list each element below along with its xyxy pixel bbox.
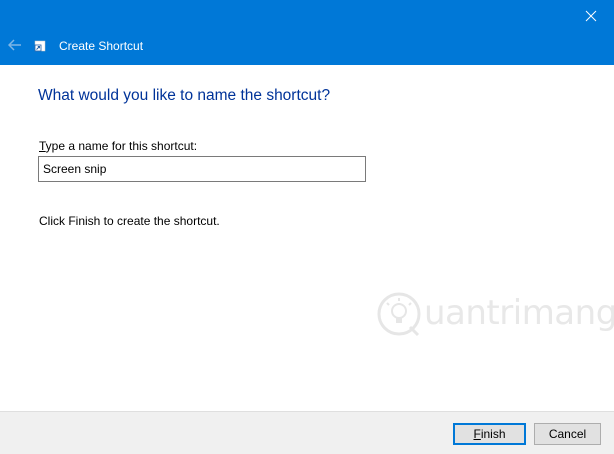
shortcut-icon <box>34 40 46 52</box>
button-bar: Finish Cancel <box>0 411 614 454</box>
finish-instruction-text: Click Finish to create the shortcut. <box>39 214 220 228</box>
finish-button[interactable]: Finish <box>453 423 526 445</box>
label-text: ype a name for this shortcut: <box>45 139 198 153</box>
cancel-button[interactable]: Cancel <box>534 423 601 445</box>
finish-access-key: F <box>473 427 481 441</box>
back-arrow-icon <box>8 39 21 51</box>
shortcut-name-input[interactable] <box>38 156 366 182</box>
label-access-key: T <box>39 139 46 153</box>
shortcut-name-label: Type a name for this shortcut: <box>39 138 197 154</box>
page-heading: What would you like to name the shortcut… <box>38 87 331 104</box>
finish-label: inish <box>480 427 506 441</box>
watermark-text: uantrimang <box>424 293 614 333</box>
close-button[interactable] <box>568 0 614 32</box>
create-shortcut-window: Create Shortcut What would you like to n… <box>0 0 614 454</box>
back-button[interactable] <box>4 35 26 55</box>
window-title: Create Shortcut <box>59 39 144 53</box>
quantrimang-logo-icon <box>377 292 421 337</box>
watermark: uantrimang <box>376 287 614 343</box>
title-bar: Create Shortcut <box>0 0 614 65</box>
close-icon <box>585 10 597 22</box>
